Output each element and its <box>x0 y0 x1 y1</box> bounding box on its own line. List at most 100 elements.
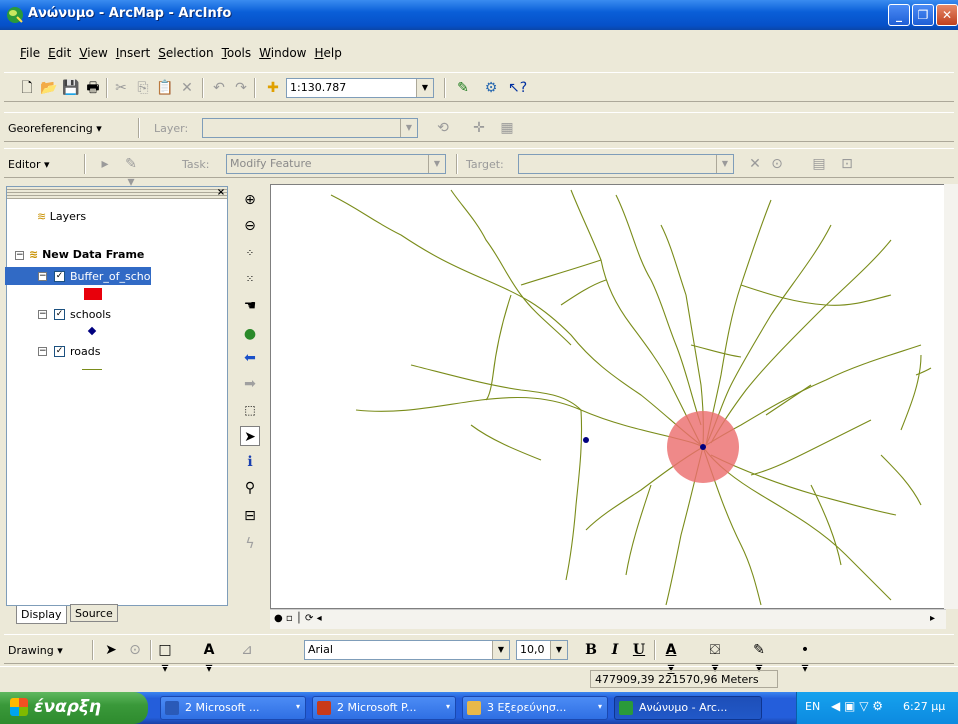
line-color-icon[interactable]: ✎ ▾ <box>750 641 768 676</box>
taskbar-explorer-button[interactable]: 3 Εξερεύνησ... ▾ <box>462 696 608 720</box>
layer-visibility-checkbox[interactable]: ✓ <box>54 346 65 357</box>
chevron-down-icon[interactable]: ▼ <box>716 155 733 173</box>
tab-display[interactable]: Display <box>16 606 67 624</box>
open-folder-icon[interactable]: 📂 <box>40 79 58 97</box>
add-data-icon[interactable]: ✚ <box>264 79 282 97</box>
menu-edit[interactable]: Edit <box>44 42 75 64</box>
map-view[interactable] <box>270 184 946 609</box>
fixed-zoom-in-icon[interactable]: ⁘ <box>240 244 260 264</box>
toc-close-icon[interactable]: × <box>215 187 227 199</box>
redo-icon[interactable]: ↷ <box>232 79 250 97</box>
data-view-icon[interactable]: ● ▫ │ ⟳ ◂ <box>274 613 322 624</box>
start-button[interactable]: έναρξη <box>0 692 148 724</box>
target-combo[interactable]: ▼ <box>518 154 734 174</box>
full-extent-globe-icon[interactable]: ● <box>240 324 260 344</box>
chevron-down-icon[interactable]: ▼ <box>400 119 417 137</box>
attributes-icon[interactable]: ▤ <box>810 155 828 173</box>
rotate-tool-icon[interactable]: ⊙ <box>768 155 786 173</box>
chevron-down-icon[interactable]: ▼ <box>492 641 509 659</box>
pan-hand-icon[interactable]: ☚ <box>240 296 260 316</box>
paste-icon[interactable]: 📋 <box>156 79 174 97</box>
rotate-icon[interactable]: ⟲ <box>434 119 452 137</box>
text-tool-icon[interactable]: A ▾ <box>200 641 218 676</box>
new-document-icon[interactable]: 🗋 <box>18 79 36 97</box>
identify-icon[interactable]: ℹ <box>240 452 260 472</box>
task-combo[interactable]: Modify Feature ▼ <box>226 154 446 174</box>
georeferencing-menu[interactable]: Georeferencing ▾ <box>8 122 102 135</box>
layer-symbol[interactable] <box>82 369 102 370</box>
fill-color-icon[interactable]: ⛋ ▾ <box>706 641 724 676</box>
select-arrow-icon[interactable]: ➤ <box>102 641 120 659</box>
menu-tools[interactable]: Tools <box>218 42 256 64</box>
map-scale-combo[interactable]: 1:130.787 ▼ <box>286 78 434 98</box>
vertical-scrollbar[interactable] <box>944 184 958 609</box>
chevron-down-icon[interactable]: ▼ <box>550 641 567 659</box>
bold-button[interactable]: B <box>582 641 600 659</box>
layer-expand-toggle[interactable]: − <box>38 272 47 281</box>
menu-file[interactable]: File <box>16 42 44 64</box>
maximize-button[interactable]: ❐ <box>912 4 934 26</box>
menu-help[interactable]: Help <box>310 42 345 64</box>
arctoolbox-icon[interactable]: ⚙ <box>482 79 500 97</box>
chevron-down-icon[interactable]: ▼ <box>428 155 445 173</box>
rotate-icon[interactable]: ⊙ <box>126 641 144 659</box>
layer-name[interactable]: schools <box>70 308 111 321</box>
rectangle-icon[interactable]: □ ▾ <box>156 641 174 676</box>
split-tool-icon[interactable]: ✕ <box>746 155 764 173</box>
layer-symbol[interactable] <box>84 288 102 300</box>
editor-menu[interactable]: Editor ▾ <box>8 158 50 171</box>
back-arrow-icon[interactable]: ⬅ <box>240 348 260 368</box>
close-button[interactable]: ✕ <box>936 4 958 26</box>
layer-combo[interactable]: ▼ <box>202 118 418 138</box>
menu-window[interactable]: Window <box>255 42 310 64</box>
collapse-toggle[interactable]: − <box>15 251 24 260</box>
edit-tool-icon[interactable]: ▸ <box>96 155 114 173</box>
horizontal-scrollbar[interactable]: ● ▫ │ ⟳ ◂ ▸ <box>270 609 946 629</box>
undo-icon[interactable]: ↶ <box>210 79 228 97</box>
toc-data-frame[interactable]: ≋ New Data Frame <box>29 248 144 261</box>
language-indicator[interactable]: EN <box>805 700 820 713</box>
copy-icon[interactable]: ⎘ <box>134 79 152 97</box>
editor-toolbar-icon[interactable]: ✎ <box>454 79 472 97</box>
layer-visibility-checkbox[interactable]: ✓ <box>54 309 65 320</box>
font-color-icon[interactable]: A ▾ <box>662 641 680 676</box>
taskbar-arcmap-button[interactable]: Ανώνυμο - Arc... <box>614 696 762 720</box>
select-features-icon[interactable]: ⬚ <box>240 400 260 420</box>
chevron-down-icon[interactable]: ▼ <box>416 79 433 97</box>
save-icon[interactable]: 💾 <box>62 79 80 97</box>
minimize-button[interactable]: _ <box>888 4 910 26</box>
underline-button[interactable]: U <box>630 641 648 659</box>
sketch-properties-icon[interactable]: ⊡ <box>838 155 856 173</box>
layer-name[interactable]: Buffer_of_schools_2 <box>70 270 179 283</box>
map-canvas[interactable] <box>271 185 946 609</box>
font-combo[interactable]: Arial ▼ <box>304 640 510 660</box>
fixed-zoom-out-icon[interactable]: ⁙ <box>240 270 260 290</box>
select-elements-arrow-icon[interactable]: ➤ <box>240 426 260 446</box>
delete-icon[interactable]: ✕ <box>178 79 196 97</box>
menu-view[interactable]: View <box>75 42 111 64</box>
drawing-menu[interactable]: Drawing ▾ <box>8 644 63 657</box>
tray-icons[interactable]: ◀ ▣ ▽ ⚙ <box>831 699 883 713</box>
taskbar-powerpoint-button[interactable]: 2 Microsoft P... ▾ <box>312 696 456 720</box>
edit-vertices-icon[interactable]: ⊿ <box>238 641 256 659</box>
hyperlink-bolt-icon[interactable]: ϟ <box>240 534 260 554</box>
layer-expand-toggle[interactable]: − <box>38 310 47 319</box>
toc-root-layers[interactable]: ≋ Layers <box>37 210 86 223</box>
whats-this-help-icon[interactable]: ↖? <box>508 79 527 97</box>
menu-insert[interactable]: Insert <box>112 42 154 64</box>
sketch-tool-icon[interactable]: ✎ ▾ <box>122 155 140 190</box>
layer-name[interactable]: roads <box>70 345 100 358</box>
view-link-table-icon[interactable]: ▦ <box>498 119 516 137</box>
add-control-points-icon[interactable]: ✛ <box>470 119 488 137</box>
layer-expand-toggle[interactable]: − <box>38 347 47 356</box>
scroll-right-icon[interactable]: ▸ <box>930 613 935 624</box>
zoom-out-icon[interactable]: ⊖ <box>240 216 260 236</box>
measure-icon[interactable]: ⊟ <box>240 506 260 526</box>
font-size-combo[interactable]: 10,0 ▼ <box>516 640 568 660</box>
menu-selection[interactable]: Selection <box>154 42 217 64</box>
italic-button[interactable]: I <box>606 641 624 659</box>
taskbar-word-button[interactable]: 2 Microsoft ... ▾ <box>160 696 306 720</box>
toc-grip[interactable] <box>7 187 227 199</box>
tab-source[interactable]: Source <box>70 604 118 622</box>
marker-color-icon[interactable]: • ▾ <box>796 641 814 676</box>
